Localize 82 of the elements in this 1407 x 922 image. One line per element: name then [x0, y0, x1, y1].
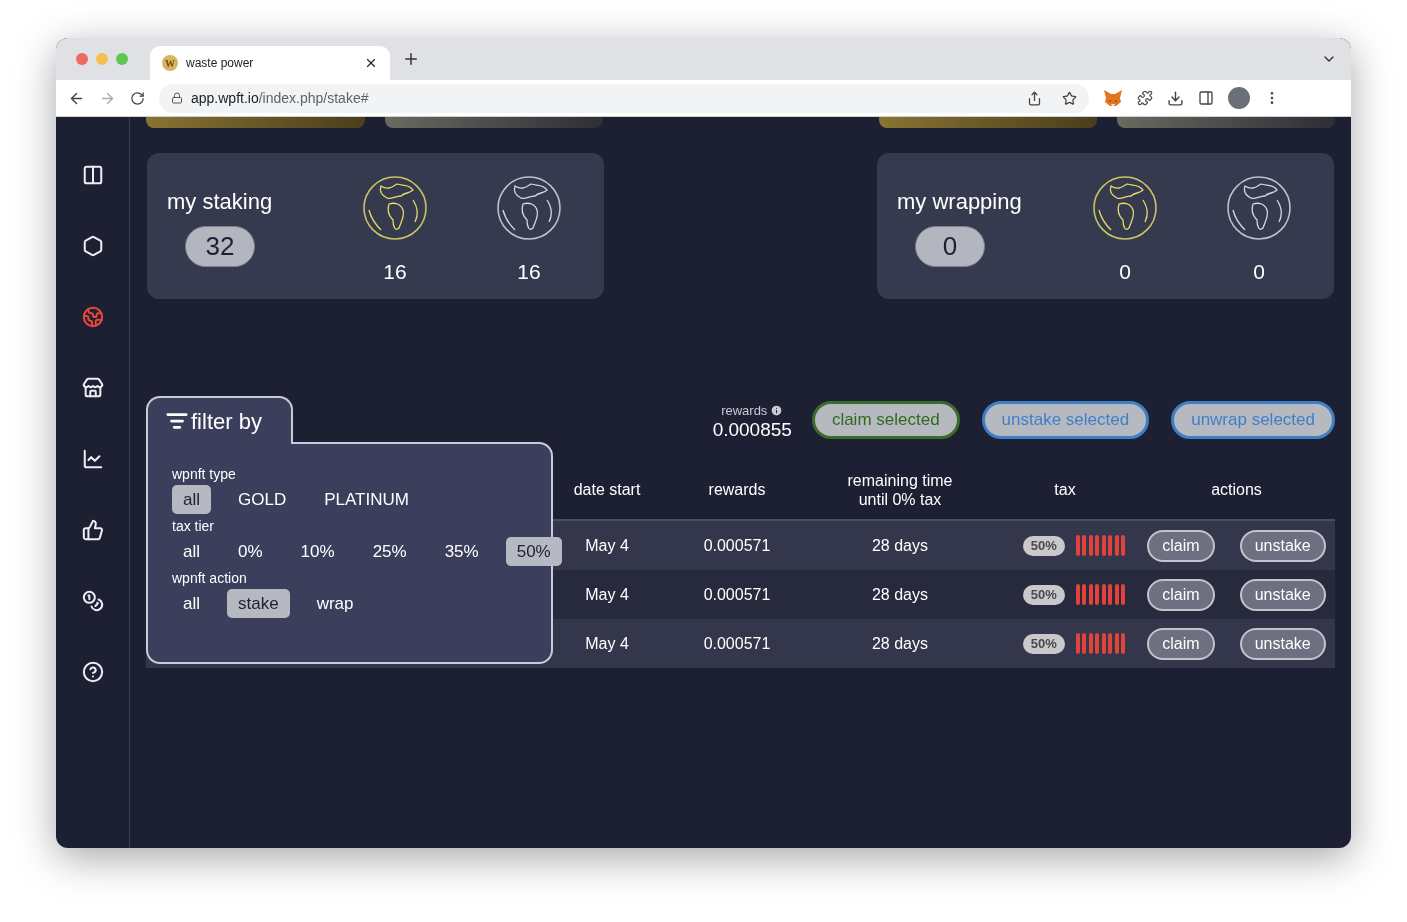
column-header: actions: [1211, 481, 1262, 500]
url-text: app.wpft.io/index.php/stake#: [191, 88, 370, 108]
fox-icon[interactable]: [1103, 89, 1123, 107]
info-icon[interactable]: [770, 404, 784, 417]
row-action-button[interactable]: unstake: [1239, 627, 1326, 660]
tax-meter: [1075, 633, 1126, 654]
rewards-cell-text: 0.000571: [702, 633, 772, 654]
date-cell-text: May 4: [584, 584, 630, 605]
globe-icon: [495, 174, 563, 242]
rewards-label: rewards: [721, 401, 768, 420]
tax-badge: 50%: [1022, 535, 1065, 556]
help-icon[interactable]: [81, 661, 104, 683]
count-value: 0: [1253, 259, 1265, 285]
count-value: 16: [517, 259, 541, 285]
filter-option[interactable]: 50%: [505, 537, 562, 566]
date-cell-text: May 4: [584, 633, 630, 654]
columns-icon[interactable]: [81, 164, 104, 186]
filter-option[interactable]: all: [172, 485, 211, 514]
column-header: rewards: [708, 481, 766, 500]
row-action-button[interactable]: unstake: [1239, 529, 1326, 562]
address-field[interactable]: app.wpft.io/index.php/stake#: [159, 83, 1089, 113]
browser-tab[interactable]: W waste power: [150, 46, 390, 80]
line-chart-icon[interactable]: [81, 448, 104, 470]
tax-meter: [1075, 535, 1126, 556]
bookmark-star-icon[interactable]: [1062, 90, 1077, 106]
tab-title: waste power: [186, 55, 255, 72]
remaining-cell-text: 28 days: [870, 535, 929, 556]
filter-option[interactable]: 25%: [361, 537, 418, 566]
filter-option[interactable]: 10%: [289, 537, 346, 566]
store-icon[interactable]: [81, 377, 104, 399]
total-pill: 0: [915, 226, 985, 267]
rewards-cell-text: 0.000571: [702, 584, 772, 605]
card-title: my staking: [167, 188, 274, 216]
filter-option[interactable]: 0%: [227, 537, 274, 566]
row-action-button[interactable]: claim: [1147, 578, 1215, 611]
card-title: my wrapping: [897, 188, 1023, 216]
globe-icon: [1225, 174, 1293, 242]
filter-option[interactable]: PLATINUM: [313, 485, 420, 514]
close-icon[interactable]: [364, 56, 378, 70]
filter-option[interactable]: stake: [227, 589, 290, 618]
filter-group-label: wpnft type: [172, 466, 237, 483]
row-action-button[interactable]: unstake: [1239, 578, 1326, 611]
total-pill: 32: [185, 226, 255, 267]
profile-avatar[interactable]: [1228, 87, 1250, 109]
column-header: remaining time until 0% tax: [846, 472, 954, 509]
filter-icon: [166, 410, 188, 432]
column-header: tax: [1054, 481, 1076, 500]
filter-option[interactable]: GOLD: [227, 485, 298, 514]
count-value: 0: [1119, 259, 1131, 285]
rewards-value: 0.000855: [712, 420, 792, 440]
filter-tab[interactable]: filter by: [146, 396, 293, 444]
filter-group-label: tax tier: [172, 518, 215, 535]
tax-meter: [1075, 584, 1126, 605]
filter-group-label: wpnft action: [172, 570, 248, 587]
new-tab-icon[interactable]: [402, 50, 420, 68]
puzzle-icon[interactable]: [1137, 90, 1153, 106]
globe-icon: [361, 174, 429, 242]
rewards-cell-text: 0.000571: [702, 535, 772, 556]
tax-badge: 50%: [1022, 633, 1065, 654]
filter-option[interactable]: all: [172, 537, 211, 566]
thumbs-up-icon[interactable]: [81, 519, 104, 541]
row-action-button[interactable]: claim: [1147, 529, 1215, 562]
remaining-cell-text: 28 days: [870, 584, 929, 605]
globe-icon: [1091, 174, 1159, 242]
filter-option[interactable]: 35%: [433, 537, 490, 566]
lock-icon: [171, 92, 183, 104]
favicon: W: [162, 55, 178, 71]
filter-option[interactable]: wrap: [305, 589, 365, 618]
reload-icon[interactable]: [130, 90, 145, 106]
date-cell-text: May 4: [584, 535, 630, 556]
filter-option[interactable]: all: [172, 589, 211, 618]
side-panel-icon[interactable]: [1198, 90, 1214, 106]
coins-icon[interactable]: [81, 590, 104, 612]
column-header: date start: [573, 481, 641, 500]
tax-badge: 50%: [1022, 584, 1065, 605]
count-value: 16: [383, 259, 407, 285]
globe-icon[interactable]: [81, 306, 104, 328]
hexagon-icon[interactable]: [81, 235, 104, 257]
remaining-cell-text: 28 days: [870, 633, 929, 654]
download-icon[interactable]: [1167, 89, 1184, 107]
share-icon[interactable]: [1027, 90, 1042, 106]
row-action-button[interactable]: claim: [1147, 627, 1215, 660]
